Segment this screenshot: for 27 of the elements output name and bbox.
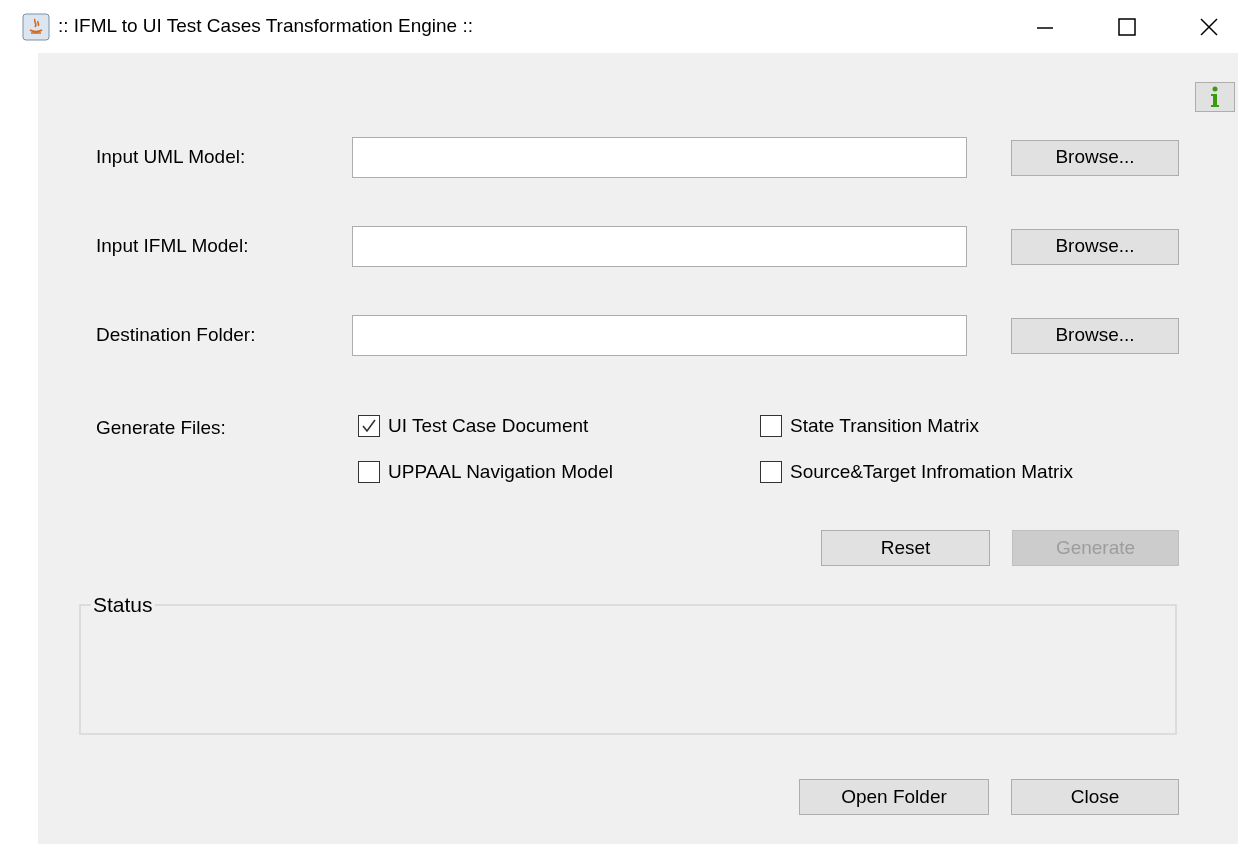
generate-files-label: Generate Files: [96,416,227,440]
info-icon [1210,86,1220,108]
window-title: :: IFML to UI Test Cases Transformation Engine :: [58,14,473,39]
field-label: Input UML Model: [96,145,247,170]
checkbox-label: UI Test Case Document [388,413,589,438]
checkbox[interactable] [760,415,782,437]
footer-button[interactable]: Open Folder [799,779,989,815]
checkbox[interactable] [358,415,380,437]
checkbox[interactable] [760,461,782,483]
checkbox-label: UPPAAL Navigation Model [388,459,613,484]
input-field[interactable] [352,137,967,178]
close-icon[interactable] [1199,16,1219,37]
browse-button[interactable]: Browse... [1011,317,1179,354]
browse-button[interactable]: Browse... [1011,139,1179,176]
app-icon [22,12,50,41]
field-label: Input IFML Model: [96,234,250,259]
checkbox-label: State Transition Matrix [790,413,980,438]
info-button[interactable] [1195,82,1235,112]
footer-button[interactable]: Close [1011,779,1179,815]
action-button[interactable]: Reset [821,530,990,566]
maximize-icon[interactable] [1118,17,1136,36]
checkbox[interactable] [358,461,380,483]
checkbox-label: Source&Target Infromation Matrix [790,459,1073,484]
browse-button[interactable]: Browse... [1011,228,1179,265]
field-label: Destination Folder: [96,323,257,348]
input-field[interactable] [352,315,967,356]
input-field[interactable] [352,226,967,267]
